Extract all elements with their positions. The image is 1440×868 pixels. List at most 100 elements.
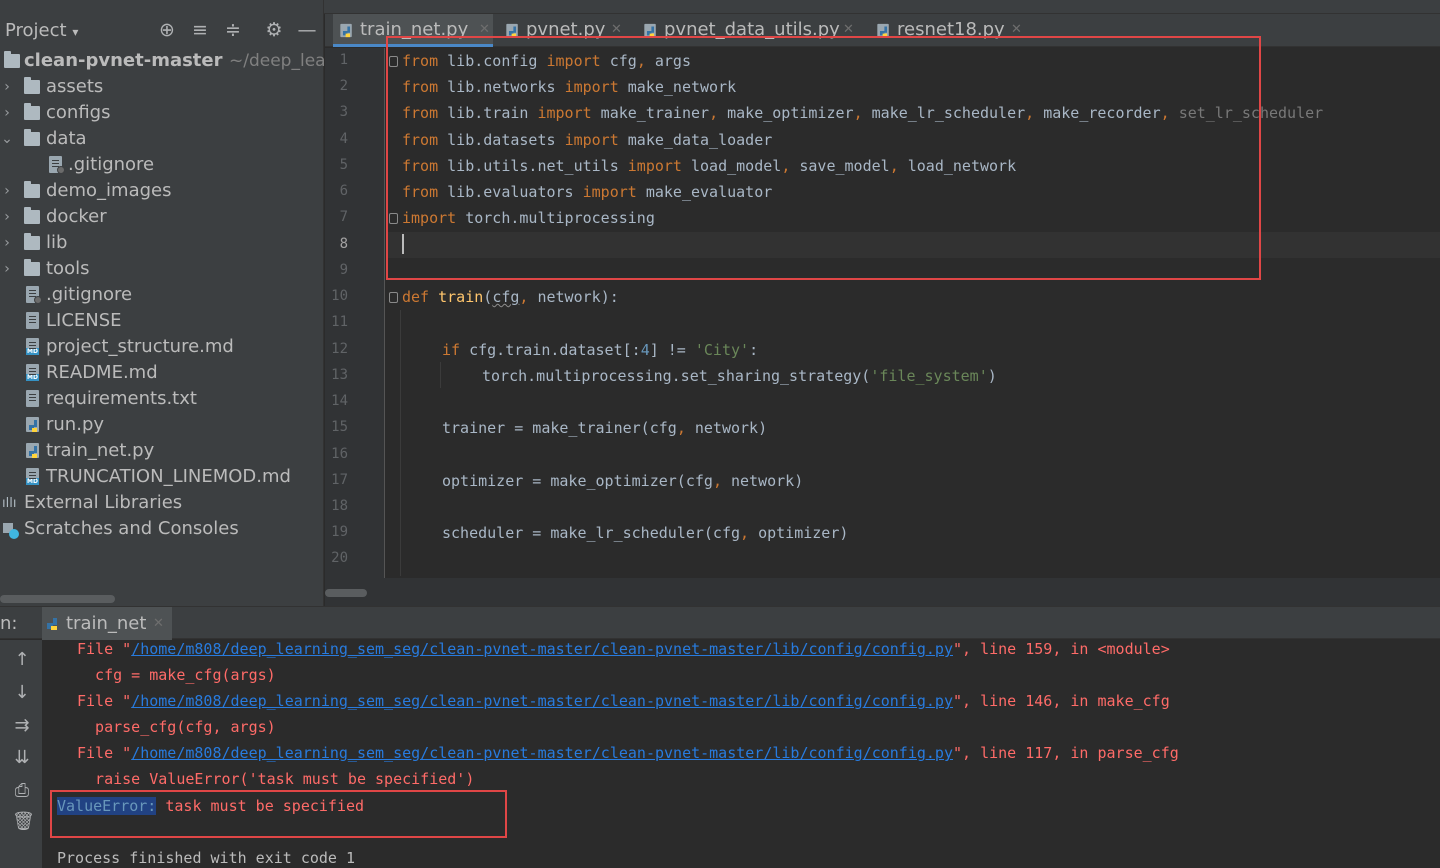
folder-icon <box>24 259 40 276</box>
tree-item-readme-md[interactable]: MD README.md <box>0 360 324 386</box>
tab-train-net-py[interactable]: train_net.py ✕ <box>333 14 493 47</box>
tree-item-run-py[interactable]: run.py <box>0 412 324 438</box>
markdown-file-icon: MD <box>26 364 39 381</box>
file-link[interactable]: /home/m808/deep_learning_sem_seg/clean-p… <box>131 640 953 658</box>
code-line-15: trainer = make_trainer(cfg, network) <box>442 419 768 437</box>
code-line-7: import torch.multiprocessing <box>402 209 655 227</box>
collapse-all-icon[interactable]: ≑ <box>222 18 244 42</box>
chevron-right-icon[interactable]: › <box>0 256 14 282</box>
markdown-file-icon: MD <box>26 338 39 355</box>
tree-item-assets[interactable]: › assets <box>0 74 324 100</box>
code-line-5: from lib.utils.net_utils import load_mod… <box>402 157 1017 175</box>
close-icon[interactable]: ✕ <box>611 14 622 46</box>
text-caret <box>402 234 404 254</box>
arrow-up-icon[interactable]: ↑ <box>12 650 32 670</box>
folder-icon <box>24 77 40 94</box>
fold-marker-icon[interactable] <box>389 56 398 67</box>
tab-pvnet-data-utils-py[interactable]: pvnet_data_utils.py ✕ <box>643 14 861 47</box>
scroll-to-end-icon[interactable]: ⇊ <box>12 748 32 768</box>
console-trace-line: cfg = make_cfg(args) <box>77 666 276 684</box>
tree-item-demo-images[interactable]: › demo_images <box>0 178 324 204</box>
python-file-icon <box>506 23 518 38</box>
tab-pvnet-py[interactable]: pvnet.py ✕ <box>505 14 630 47</box>
console-trace-line: File "/home/m808/deep_learning_sem_seg/c… <box>77 640 1170 658</box>
line-number: 11 <box>331 314 348 330</box>
soft-wrap-icon[interactable]: ⇉ <box>12 716 32 736</box>
locate-icon[interactable]: ⊕ <box>156 18 178 42</box>
tree-item-license[interactable]: LICENSE <box>0 308 324 334</box>
tree-item-docker[interactable]: › docker <box>0 204 324 230</box>
package-folder-icon <box>24 233 40 250</box>
folder-icon <box>24 129 40 146</box>
hide-icon[interactable]: — <box>296 18 318 42</box>
gear-icon[interactable]: ⚙ <box>263 18 285 42</box>
run-label: n: <box>0 613 18 634</box>
tree-item-train-net-py[interactable]: train_net.py <box>0 438 324 464</box>
tree-item-external-libraries[interactable]: ıllı External Libraries <box>0 490 324 516</box>
editor-horizontal-scrollbar-track[interactable] <box>325 578 1440 606</box>
chevron-right-icon[interactable]: › <box>0 204 14 230</box>
line-number: 3 <box>339 104 348 120</box>
tree-item-data-gitignore[interactable]: .gitignore <box>0 152 324 178</box>
project-header: Project ▾ ⊕ ≡ ≑ ⚙ — <box>0 14 324 46</box>
line-number: 8 <box>339 236 348 252</box>
print-icon[interactable]: ⎙ <box>12 781 32 801</box>
close-icon[interactable]: ✕ <box>153 616 164 631</box>
gitignore-file-icon <box>49 156 65 174</box>
line-number: 12 <box>331 341 348 357</box>
line-number: 13 <box>331 367 348 383</box>
fold-marker-icon[interactable] <box>389 213 398 224</box>
close-icon[interactable]: ✕ <box>843 14 854 46</box>
indent-guide <box>400 310 401 576</box>
code-line-6: from lib.evaluators import make_evaluato… <box>402 183 773 201</box>
tree-item-configs[interactable]: › configs <box>0 100 324 126</box>
line-number: 17 <box>331 472 348 488</box>
chevron-right-icon[interactable]: › <box>0 230 14 256</box>
chevron-right-icon[interactable]: › <box>0 100 14 126</box>
code-line-19: scheduler = make_lr_scheduler(cfg, optim… <box>442 524 849 542</box>
fold-marker-icon[interactable] <box>389 292 398 303</box>
python-file-icon <box>877 23 889 38</box>
console-trace-line: parse_cfg(cfg, args) <box>77 718 276 736</box>
line-number: 4 <box>339 131 348 147</box>
console-trace-line: File "/home/m808/deep_learning_sem_seg/c… <box>77 692 1170 710</box>
editor-horizontal-scrollbar-thumb[interactable] <box>325 589 367 597</box>
line-number: 18 <box>331 498 348 514</box>
file-link[interactable]: /home/m808/deep_learning_sem_seg/clean-p… <box>131 744 953 762</box>
tree-item-lib[interactable]: › lib <box>0 230 324 256</box>
text-file-icon <box>26 312 39 329</box>
editor-tab-bar: train_net.py ✕ pvnet.py ✕ pvnet_data_uti… <box>325 14 1440 47</box>
python-file-icon <box>340 23 352 38</box>
tree-item-root[interactable]: clean-pvnet-master ~/deep_lea <box>0 48 326 74</box>
tree-item-gitignore[interactable]: .gitignore <box>0 282 324 308</box>
project-view-selector[interactable]: Project ▾ <box>5 20 78 41</box>
python-file-icon <box>644 23 656 38</box>
close-icon[interactable]: ✕ <box>1011 14 1022 46</box>
tree-item-tools[interactable]: › tools <box>0 256 324 282</box>
expand-all-icon[interactable]: ≡ <box>189 18 211 42</box>
chevron-right-icon[interactable]: › <box>0 178 14 204</box>
project-horizontal-scrollbar[interactable] <box>0 595 115 603</box>
line-number: 9 <box>339 262 348 278</box>
chevron-down-icon[interactable]: ⌄ <box>0 126 14 152</box>
chevron-right-icon[interactable]: › <box>0 74 14 100</box>
line-number: 15 <box>331 419 348 435</box>
line-number: 1 <box>339 52 348 68</box>
tree-item-requirements-txt[interactable]: requirements.txt <box>0 386 324 412</box>
close-icon[interactable]: ✕ <box>479 14 490 46</box>
tree-item-scratches[interactable]: Scratches and Consoles <box>0 516 324 542</box>
file-link[interactable]: /home/m808/deep_learning_sem_seg/clean-p… <box>131 692 953 710</box>
tree-item-truncation-linemod-md[interactable]: MD TRUNCATION_LINEMOD.md <box>0 464 324 490</box>
line-number: 20 <box>331 550 348 566</box>
python-file-icon <box>26 443 39 458</box>
python-run-icon <box>47 618 57 630</box>
folder-icon <box>24 207 40 224</box>
folder-icon <box>24 103 40 120</box>
trash-icon[interactable]: 🗑 <box>12 812 35 832</box>
tree-item-data[interactable]: ⌄ data <box>0 126 324 152</box>
arrow-down-icon[interactable]: ↓ <box>12 683 32 703</box>
line-number: 2 <box>339 78 348 94</box>
tab-resnet18-py[interactable]: resnet18.py ✕ <box>876 14 1026 47</box>
code-line-13: torch.multiprocessing.set_sharing_strate… <box>482 367 997 385</box>
tree-item-project-structure-md[interactable]: MD project_structure.md <box>0 334 324 360</box>
